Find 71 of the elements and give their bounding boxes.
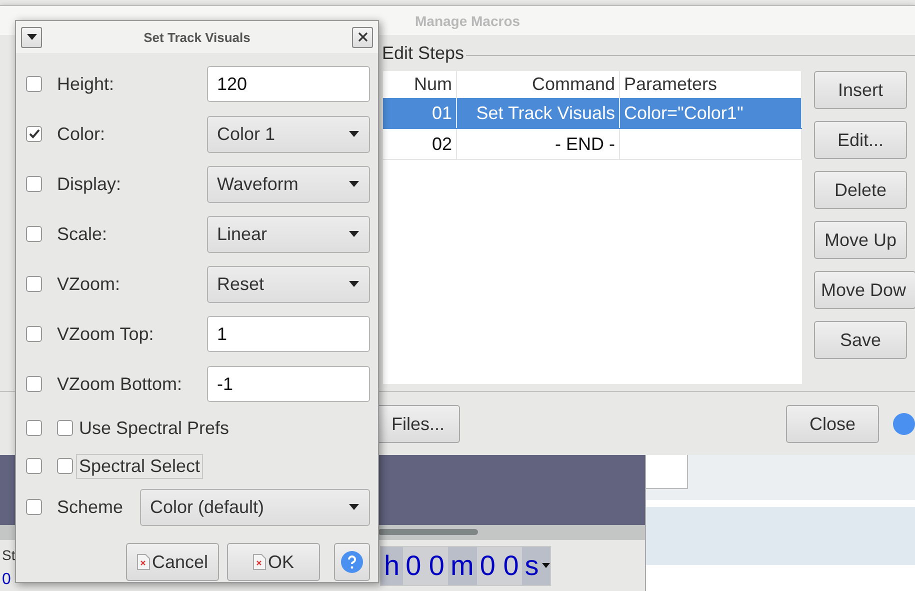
time-segment: 0 0: [402, 546, 448, 584]
action-button[interactable]: Insert: [814, 71, 907, 109]
caret-icon: [542, 563, 550, 568]
help-icon[interactable]: [893, 413, 915, 435]
document-icon: [136, 554, 150, 570]
field-label: VZoom Bottom:: [56, 372, 184, 396]
time-control[interactable]: h 0 0 m 0 0 s: [380, 546, 551, 586]
caret-icon: [349, 504, 359, 510]
caret-icon: [349, 131, 359, 137]
help-button[interactable]: [334, 543, 370, 581]
action-button[interactable]: Save: [814, 321, 907, 359]
dialog-title: Set Track Visuals: [142, 30, 252, 44]
table-row[interactable]: 02 - END -: [383, 129, 802, 160]
checkbox-label: Spectral Select: [76, 454, 204, 478]
field-label: VZoom:: [56, 272, 122, 296]
checkbox[interactable]: [26, 326, 42, 342]
field-label: Scheme: [56, 496, 124, 518]
dropdown[interactable]: Waveform: [207, 166, 370, 202]
field-label: Scale:: [56, 222, 108, 246]
action-button[interactable]: Delete: [814, 171, 907, 209]
text-area[interactable]: [646, 455, 688, 489]
cancel-button[interactable]: Cancel: [126, 543, 219, 581]
files-button[interactable]: Files...: [376, 405, 460, 443]
dropdown[interactable]: Reset: [207, 266, 370, 302]
table-cell: 01: [383, 98, 457, 128]
checkbox[interactable]: [26, 376, 42, 392]
dropdown[interactable]: Color 1: [207, 116, 370, 152]
ok-button[interactable]: OK: [227, 543, 320, 581]
window-title: Manage Macros: [415, 12, 520, 28]
dropdown[interactable]: Linear: [207, 216, 370, 252]
menu-button[interactable]: [21, 26, 42, 48]
checkbox[interactable]: [26, 176, 42, 192]
checkbox[interactable]: [26, 126, 42, 142]
checkbox[interactable]: [26, 276, 42, 292]
time-digit: 0: [2, 571, 11, 589]
table-cell: Color="Color1": [620, 98, 802, 128]
close-icon: [358, 32, 368, 42]
field-label: Display:: [56, 172, 122, 196]
checkbox[interactable]: [57, 458, 73, 474]
input-field[interactable]: 1: [207, 316, 370, 352]
input-field[interactable]: -1: [207, 366, 370, 402]
checkbox[interactable]: [26, 420, 42, 436]
table-row[interactable]: 01 Set Track Visuals Color="Color1": [383, 98, 802, 129]
table-cell: Set Track Visuals: [457, 98, 620, 128]
action-button[interactable]: Move Up: [814, 221, 907, 259]
document-icon: [252, 554, 266, 570]
field-label: Height:: [56, 72, 116, 96]
close-button[interactable]: Close: [786, 405, 879, 443]
action-button[interactable]: Move Dow: [814, 271, 915, 309]
checkbox[interactable]: [26, 458, 42, 474]
toolbar-label: St: [2, 547, 16, 563]
dropdown[interactable]: Color (default): [140, 488, 370, 526]
field-label: Color:: [56, 122, 106, 146]
checkbox[interactable]: [26, 226, 42, 242]
checkbox[interactable]: [26, 499, 42, 515]
close-button[interactable]: [352, 26, 373, 48]
field-label: VZoom Top:: [56, 322, 155, 346]
table-cell: 02: [383, 129, 457, 159]
help-icon: [341, 551, 363, 573]
action-button[interactable]: Edit...: [814, 121, 907, 159]
input-field[interactable]: 120: [207, 66, 370, 102]
caret-icon: [349, 281, 359, 287]
checkbox[interactable]: [26, 76, 42, 92]
time-segment: 0 0: [476, 546, 522, 584]
caret-icon: [349, 231, 359, 237]
checkbox-label: Use Spectral Prefs: [78, 416, 230, 440]
group-title: Edit Steps: [382, 42, 464, 64]
table-cell: - END -: [457, 129, 620, 159]
checkbox[interactable]: [57, 420, 73, 436]
checkmark-icon: [28, 129, 40, 139]
caret-icon: [349, 181, 359, 187]
